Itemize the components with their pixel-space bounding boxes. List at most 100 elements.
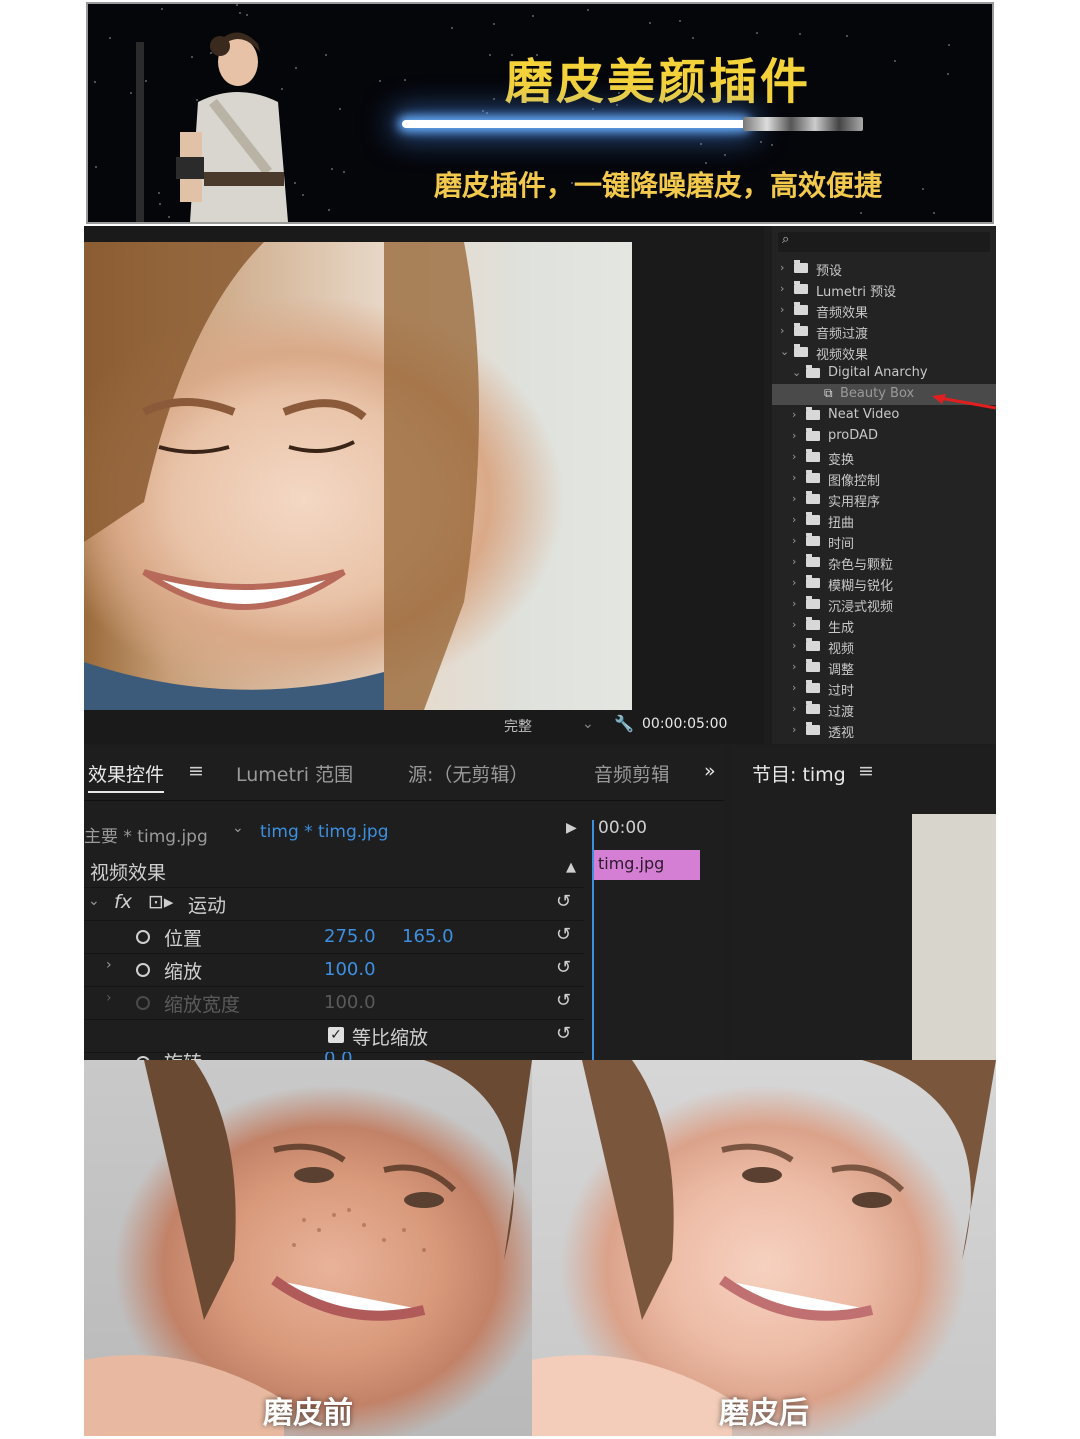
folder-icon — [806, 659, 820, 672]
tab-audio-clip-mixer[interactable]: 音频剪辑 — [594, 760, 668, 787]
scale-width-value: 100.0 — [324, 992, 376, 1013]
chevron-right-icon[interactable]: › — [792, 555, 796, 568]
stopwatch-icon[interactable] — [136, 963, 150, 977]
scale-value[interactable]: 100.0 — [324, 959, 376, 980]
chevron-right-icon[interactable]: › — [792, 534, 796, 547]
panel-tabs: 效果控件 ≡ Lumetri 范围 源:（无剪辑） 音频剪辑 » — [84, 746, 724, 801]
chevron-right-icon[interactable]: › — [780, 324, 784, 337]
effects-tree-label: Beauty Box — [840, 386, 915, 401]
effects-tree-label: 实用程序 — [828, 495, 881, 510]
panel-menu-icon[interactable]: ≡ — [858, 760, 874, 782]
fx-badge[interactable]: fx — [114, 891, 132, 913]
reset-icon[interactable]: ↺ — [556, 1023, 571, 1044]
effects-tree-item[interactable]: › 时间 — [772, 531, 996, 552]
effects-tree-item[interactable]: › 音频效果 — [772, 300, 996, 321]
collapse-arrow-icon[interactable]: ▲ — [566, 860, 576, 875]
chevron-right-icon[interactable]: › — [792, 471, 796, 484]
timeline-time: 00:00 — [598, 818, 647, 838]
star — [756, 32, 758, 34]
chevron-right-icon[interactable]: › — [792, 723, 796, 736]
position-row: 位置 275.0 165.0 ↺ — [84, 920, 584, 954]
sequence-clip-selector[interactable]: timg * timg.jpg — [260, 822, 389, 842]
effects-search-input[interactable]: ⌕ — [778, 232, 990, 252]
wrench-icon[interactable]: 🔧 — [614, 714, 634, 733]
star — [328, 209, 330, 211]
reset-icon[interactable]: ↺ — [556, 891, 571, 912]
effects-tree-item[interactable]: › 沉浸式视频 — [772, 594, 996, 615]
effects-tree-item[interactable]: › 过时 — [772, 678, 996, 699]
tab-lumetri-scopes[interactable]: Lumetri 范围 — [236, 760, 353, 787]
star — [700, 143, 702, 145]
effects-tree-item[interactable]: › 调整 — [772, 657, 996, 678]
folder-icon — [794, 323, 808, 336]
effects-tree-item[interactable]: › 音频过渡 — [772, 321, 996, 342]
tab-effect-controls[interactable]: 效果控件 — [88, 760, 165, 793]
effects-tree-item[interactable]: › 图像控制 — [772, 468, 996, 489]
transform-icon[interactable]: ⊡▸ — [148, 891, 173, 913]
effects-tree-item[interactable]: › Lumetri 预设 — [772, 279, 996, 300]
effects-tree-item[interactable]: › 透视 — [772, 720, 996, 741]
effects-tree-item[interactable]: › proDAD — [772, 426, 996, 447]
chevron-right-icon[interactable]: › — [792, 702, 796, 715]
timeline-clip[interactable]: timg.jpg — [594, 850, 700, 880]
chevron-right-icon[interactable]: › — [780, 261, 784, 274]
rotation-value[interactable]: 0.0 — [324, 1052, 353, 1060]
uniform-scale-checkbox[interactable]: ✓ — [328, 1027, 344, 1043]
chevron-down-icon[interactable]: ⌄ — [88, 893, 100, 909]
effects-tree-item[interactable]: ⌄ 视频效果 — [772, 342, 996, 363]
reset-icon[interactable]: ↺ — [556, 957, 571, 978]
effects-tree-item[interactable]: ⌄ Digital Anarchy — [772, 363, 996, 384]
effects-tree-label: 视频效果 — [816, 348, 869, 363]
after-photo: 磨皮后 — [532, 1060, 996, 1436]
zoom-dropdown[interactable]: 完整 ⌄ — [504, 716, 604, 736]
chevron-down-icon[interactable]: ⌄ — [232, 820, 244, 836]
position-x-value[interactable]: 275.0 — [324, 926, 376, 947]
folder-icon — [806, 701, 820, 714]
effects-tree-item[interactable]: › 杂色与颗粒 — [772, 552, 996, 573]
tab-program[interactable]: 节目: timg — [752, 760, 846, 787]
motion-label: 运动 — [188, 895, 227, 917]
chevron-right-icon[interactable]: › — [792, 618, 796, 631]
effects-tree-item[interactable]: › 视频 — [772, 636, 996, 657]
star — [451, 27, 453, 29]
stopwatch-icon[interactable] — [136, 930, 150, 944]
position-y-value[interactable]: 165.0 — [402, 926, 454, 947]
effects-tree-item[interactable]: › 实用程序 — [772, 489, 996, 510]
chevron-right-icon[interactable]: › — [792, 639, 796, 652]
reset-icon[interactable]: ↺ — [556, 924, 571, 945]
chevron-down-icon[interactable]: ⌄ — [780, 345, 789, 358]
chevron-right-icon[interactable]: › — [792, 492, 796, 505]
chevron-right-icon[interactable]: › — [792, 429, 796, 442]
reset-icon[interactable]: ↺ — [556, 990, 571, 1011]
chevron-right-icon[interactable]: › — [792, 660, 796, 673]
motion-effect-row: ⌄ fx ⊡▸ 运动 ↺ — [84, 887, 584, 921]
star — [95, 166, 97, 168]
star — [692, 37, 694, 39]
chevron-right-icon[interactable]: › — [780, 303, 784, 316]
chevron-right-icon[interactable]: › — [792, 513, 796, 526]
star — [587, 9, 589, 11]
chevron-right-icon[interactable]: › — [780, 282, 784, 295]
chevron-right-icon[interactable]: › — [792, 576, 796, 589]
effects-tree-item[interactable]: › 预设 — [772, 258, 996, 279]
effects-tree-label: 音频效果 — [816, 306, 869, 321]
star — [947, 73, 949, 75]
more-tabs-icon[interactable]: » — [704, 760, 716, 782]
before-photo: 磨皮前 — [84, 1060, 532, 1436]
chevron-right-icon[interactable]: › — [792, 681, 796, 694]
chevron-right-icon[interactable]: › — [792, 597, 796, 610]
tab-source[interactable]: 源:（无剪辑） — [408, 760, 528, 787]
folder-icon — [806, 680, 820, 693]
play-triangle-icon[interactable]: ▶ — [566, 820, 577, 836]
effects-tree-item[interactable]: › 变换 — [772, 447, 996, 468]
effects-tree-item[interactable]: › 模糊与锐化 — [772, 573, 996, 594]
star — [94, 81, 96, 83]
chevron-down-icon[interactable]: ⌄ — [792, 366, 801, 379]
chevron-right-icon[interactable]: › — [792, 408, 796, 421]
effects-tree-item[interactable]: › 过渡 — [772, 699, 996, 720]
chevron-right-icon[interactable]: › — [106, 957, 112, 973]
effects-tree-item[interactable]: › 生成 — [772, 615, 996, 636]
chevron-right-icon[interactable]: › — [792, 450, 796, 463]
effects-tree-item[interactable]: › 扭曲 — [772, 510, 996, 531]
panel-menu-icon[interactable]: ≡ — [188, 760, 204, 782]
